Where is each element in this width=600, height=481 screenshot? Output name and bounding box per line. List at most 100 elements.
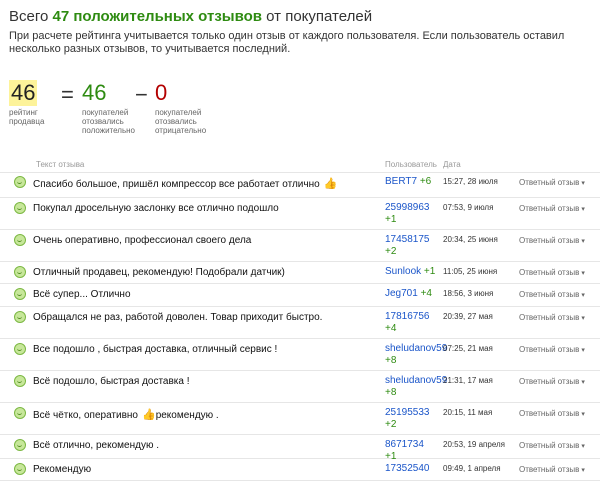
reply-review-dropdown[interactable]: Ответный отзыв ▾	[519, 268, 585, 277]
review-text: Всё чётко, оперативно 👍рекомендую .	[33, 408, 219, 421]
chevron-down-icon: ▾	[581, 347, 585, 354]
review-row: Очень оперативно, профессионал своего де…	[0, 230, 600, 262]
review-text: Спасибо большое, пришёл компрессор все р…	[33, 177, 337, 190]
review-date: 20:39, 27 мая	[443, 312, 493, 321]
author-link[interactable]: 25998963	[385, 202, 430, 213]
review-date: 18:56, 3 июня	[443, 289, 494, 298]
review-text-body: Спасибо большое, пришёл компрессор все р…	[33, 179, 320, 190]
review-text-body: Всё подошло, быстрая доставка !	[33, 376, 190, 387]
author-link[interactable]: 17352540	[385, 463, 430, 474]
positive-caption: покупателей отозвались положительно	[82, 108, 136, 135]
review-text: Все подошло , быстрая доставка, отличный…	[33, 344, 277, 355]
positive-smile-icon	[14, 407, 26, 419]
positive-block: 46 покупателей отозвались положительно	[82, 80, 138, 135]
author-link[interactable]: 17816756	[385, 311, 430, 322]
review-row: Отличный продавец, рекомендую! Подобрали…	[0, 262, 600, 284]
author-score: +8	[385, 355, 397, 366]
review-text-body: Рекомендую	[33, 464, 92, 475]
positive-count-highlight: 47 положительных отзывов	[52, 8, 262, 25]
seller-rating-caption: рейтинг продавца	[9, 108, 45, 126]
review-text: Обращался не раз, работой доволен. Товар…	[33, 312, 322, 323]
review-author: sheludanov59 +8	[385, 343, 447, 367]
reply-review-dropdown[interactable]: Ответный отзыв ▾	[519, 236, 585, 245]
reply-review-dropdown[interactable]: Ответный отзыв ▾	[519, 313, 585, 322]
negative-value: 0	[155, 80, 168, 105]
reply-review-dropdown[interactable]: Ответный отзыв ▾	[519, 345, 585, 354]
review-row: Все подошло , быстрая доставка, отличный…	[0, 339, 600, 371]
review-author: 17352540	[385, 463, 437, 475]
chevron-down-icon: ▾	[581, 238, 585, 245]
column-header-date: Дата	[443, 160, 461, 169]
review-date: 20:34, 25 июня	[443, 235, 498, 244]
review-row: Всё отлично, рекомендую . 8671734 +1 20:53…	[0, 435, 600, 462]
review-author: 17458175 +2	[385, 234, 437, 258]
minus-sign: −	[135, 82, 148, 107]
reply-review-label: Ответный отзыв	[519, 290, 580, 299]
review-date: 07:25, 21 мая	[443, 344, 493, 353]
review-author: Sunlook +1	[385, 266, 437, 278]
author-link[interactable]: Jeg701	[385, 288, 418, 299]
chevron-down-icon: ▾	[581, 443, 585, 450]
thumbs-up-icon: 👍	[323, 178, 338, 190]
review-row: Покупал дросельную заслонку все отлично …	[0, 198, 600, 230]
reply-review-dropdown[interactable]: Ответный отзыв ▾	[519, 377, 585, 386]
review-row: Спасибо большое, пришёл компрессор все р…	[0, 172, 600, 198]
author-score: +1	[423, 266, 436, 277]
review-author: Jeg701 +4	[385, 288, 437, 300]
review-text: Покупал дросельную заслонку все отлично …	[33, 203, 279, 214]
review-text-body: Все подошло , быстрая доставка, отличный…	[33, 344, 278, 355]
seller-rating-value: 46	[9, 80, 38, 106]
reply-review-dropdown[interactable]: Ответный отзыв ▾	[519, 441, 585, 450]
author-score: +4	[420, 288, 432, 299]
negative-caption: покупателей отозвались отрицательно	[155, 108, 207, 135]
positive-smile-icon	[14, 202, 26, 214]
author-score: +1	[385, 214, 397, 225]
review-text: Всё подошло, быстрая доставка !	[33, 376, 190, 387]
author-link[interactable]: Sunlook	[385, 266, 421, 277]
review-text-body: Всё отлично, рекомендую .	[33, 440, 160, 451]
review-text-body: Всё чётко, оперативно	[33, 410, 138, 421]
review-date: 20:15, 11 мая	[443, 408, 493, 417]
review-date: 11:05, 25 июня	[443, 267, 498, 276]
review-row: Всё супер... Отлично Jeg701 +4 18:56, 3 ию…	[0, 284, 600, 307]
title-suffix: от покупателей	[266, 8, 373, 25]
column-header-text: Текст отзыва	[36, 160, 85, 169]
chevron-down-icon: ▾	[581, 467, 585, 474]
author-link[interactable]: sheludanov59	[385, 343, 447, 354]
reply-review-dropdown[interactable]: Ответный отзыв ▾	[519, 290, 585, 299]
reply-review-dropdown[interactable]: Ответный отзыв ▾	[519, 178, 585, 187]
author-link[interactable]: sheludanov59	[385, 375, 447, 386]
review-text-tail: рекомендую .	[155, 410, 219, 421]
review-author: BERT7 +6	[385, 176, 437, 188]
chevron-down-icon: ▾	[581, 411, 585, 418]
reply-review-dropdown[interactable]: Ответный отзыв ▾	[519, 465, 585, 474]
review-text-body: Покупал дросельную заслонку все отлично …	[33, 203, 279, 214]
positive-smile-icon	[14, 311, 26, 323]
reply-review-label: Ответный отзыв	[519, 236, 580, 245]
review-text: Всё супер... Отлично	[33, 289, 131, 300]
review-date: 21:31, 17 мая	[443, 376, 493, 385]
seller-rating-block: 46 рейтинг продавца	[9, 80, 53, 126]
reply-review-label: Ответный отзыв	[519, 204, 580, 213]
chevron-down-icon: ▾	[581, 206, 585, 213]
review-text: Очень оперативно, профессионал своего де…	[33, 235, 251, 246]
author-link[interactable]: BERT7	[385, 176, 417, 187]
review-row: Всё подошло, быстрая доставка ! sheludano…	[0, 371, 600, 403]
page-title: Всего 47 положительных отзывов от покупа…	[9, 8, 372, 25]
review-author: 25195533 +2	[385, 407, 437, 431]
review-date: 09:49, 1 апреля	[443, 464, 501, 473]
author-link[interactable]: 8671734	[385, 439, 424, 450]
positive-smile-icon	[14, 266, 26, 278]
reply-review-dropdown[interactable]: Ответный отзыв ▾	[519, 204, 585, 213]
review-text-body: Всё супер... Отлично	[33, 289, 131, 300]
reply-review-label: Ответный отзыв	[519, 465, 580, 474]
author-link[interactable]: 17458175	[385, 234, 430, 245]
reply-review-label: Ответный отзыв	[519, 178, 580, 187]
reply-review-dropdown[interactable]: Ответный отзыв ▾	[519, 409, 585, 418]
review-text-body: Обращался не раз, работой доволен. Товар…	[33, 312, 323, 323]
seller-reviews-page: Всего 47 положительных отзывов от покупа…	[0, 0, 600, 481]
positive-smile-icon	[14, 343, 26, 355]
column-header-user: Пользователь	[385, 160, 437, 169]
author-link[interactable]: 25195533	[385, 407, 430, 418]
positive-smile-icon	[14, 463, 26, 475]
